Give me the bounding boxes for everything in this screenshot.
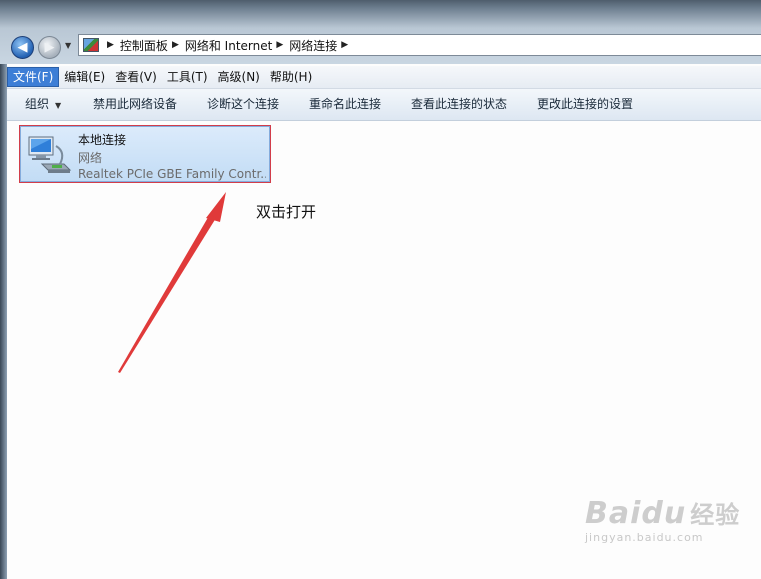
annotation-text: 双击打开 — [256, 203, 317, 221]
annotation-arrow — [118, 192, 226, 373]
watermark-url: jingyan.baidu.com — [585, 531, 704, 544]
baidu-logo: Baidu 经验 — [585, 496, 741, 531]
baidu-watermark: Baidu 经验 jingyan.baidu.com — [585, 495, 740, 544]
explorer-window: ◀ ▶ ▼ ▶ 控制面板 ▶ 网络和 Internet ▶ 网络连接 ▶ 文件(… — [0, 0, 761, 579]
arrow-shaft — [118, 214, 216, 373]
